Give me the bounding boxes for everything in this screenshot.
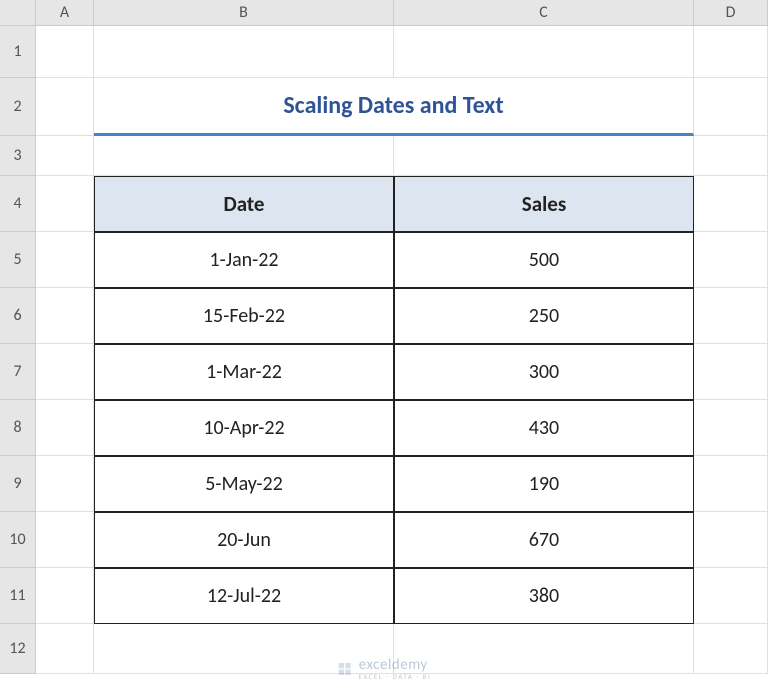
cell-A6[interactable] [36, 288, 94, 344]
cell-A7[interactable] [36, 344, 94, 400]
cell-D2[interactable] [694, 78, 768, 136]
table-cell-sales[interactable]: 430 [394, 400, 694, 456]
table-cell-date[interactable]: 1-Mar-22 [94, 344, 394, 400]
cell-A3[interactable] [36, 136, 94, 176]
cell-A8[interactable] [36, 400, 94, 456]
watermark-sub: EXCEL · DATA · BI [359, 673, 432, 680]
row-header-3[interactable]: 3 [0, 136, 35, 176]
cell-A2[interactable] [36, 78, 94, 136]
grid-row: 12-Jul-22380 [36, 568, 768, 624]
cell-C12[interactable] [394, 624, 694, 674]
spreadsheet: ABCD 123456789101112 Scaling Dates and T… [0, 0, 768, 698]
watermark-icon [337, 661, 353, 677]
table-cell-sales[interactable]: 250 [394, 288, 694, 344]
cell-A5[interactable] [36, 232, 94, 288]
row-header-7[interactable]: 7 [0, 344, 35, 400]
table-cell-date[interactable]: 10-Apr-22 [94, 400, 394, 456]
column-header-A[interactable]: A [36, 0, 94, 25]
row-header-11[interactable]: 11 [0, 568, 35, 624]
row-header-12[interactable]: 12 [0, 624, 35, 674]
row-header-2[interactable]: 2 [0, 78, 35, 136]
column-headers: ABCD [36, 0, 768, 26]
title-cell[interactable]: Scaling Dates and Text [94, 78, 694, 136]
cell-D8[interactable] [694, 400, 768, 456]
cell-D5[interactable] [694, 232, 768, 288]
row-header-10[interactable]: 10 [0, 512, 35, 568]
cell-A12[interactable] [36, 624, 94, 674]
cell-D12[interactable] [694, 624, 768, 674]
table-header-sales[interactable]: Sales [394, 176, 694, 232]
grid-row: 20-Jun670 [36, 512, 768, 568]
cell-D11[interactable] [694, 568, 768, 624]
table-cell-date[interactable]: 1-Jan-22 [94, 232, 394, 288]
grid-row: 1-Mar-22300 [36, 344, 768, 400]
table-cell-date[interactable]: 15-Feb-22 [94, 288, 394, 344]
cell-A9[interactable] [36, 456, 94, 512]
grid-row: 5-May-22190 [36, 456, 768, 512]
table-cell-sales[interactable]: 500 [394, 232, 694, 288]
column-header-B[interactable]: B [94, 0, 394, 25]
cell-B1[interactable] [94, 26, 394, 78]
cell-A10[interactable] [36, 512, 94, 568]
row-header-5[interactable]: 5 [0, 232, 35, 288]
row-headers: 123456789101112 [0, 26, 36, 674]
grid-row: DateSales [36, 176, 768, 232]
table-cell-sales[interactable]: 190 [394, 456, 694, 512]
grid-row [36, 136, 768, 176]
grid-row: Scaling Dates and Text [36, 78, 768, 136]
table-cell-date[interactable]: 12-Jul-22 [94, 568, 394, 624]
cell-A4[interactable] [36, 176, 94, 232]
row-header-4[interactable]: 4 [0, 176, 35, 232]
grid-row: 10-Apr-22430 [36, 400, 768, 456]
cell-D3[interactable] [694, 136, 768, 176]
cell-D1[interactable] [694, 26, 768, 78]
row-header-9[interactable]: 9 [0, 456, 35, 512]
table-cell-sales[interactable]: 670 [394, 512, 694, 568]
watermark: exceldemy EXCEL · DATA · BI [337, 658, 432, 680]
cell-D7[interactable] [694, 344, 768, 400]
cell-C1[interactable] [394, 26, 694, 78]
column-header-D[interactable]: D [694, 0, 768, 25]
table-cell-date[interactable]: 20-Jun [94, 512, 394, 568]
grid: Scaling Dates and TextDateSales1-Jan-225… [36, 26, 768, 698]
grid-row [36, 26, 768, 78]
cell-D6[interactable] [694, 288, 768, 344]
cell-B3[interactable] [94, 136, 394, 176]
row-header-8[interactable]: 8 [0, 400, 35, 456]
cell-D10[interactable] [694, 512, 768, 568]
row-header-1[interactable]: 1 [0, 26, 35, 78]
row-header-6[interactable]: 6 [0, 288, 35, 344]
table-cell-date[interactable]: 5-May-22 [94, 456, 394, 512]
cell-A1[interactable] [36, 26, 94, 78]
grid-row: 15-Feb-22250 [36, 288, 768, 344]
cell-D9[interactable] [694, 456, 768, 512]
table-cell-sales[interactable]: 300 [394, 344, 694, 400]
cell-D4[interactable] [694, 176, 768, 232]
select-all-corner[interactable] [0, 0, 36, 26]
column-header-C[interactable]: C [394, 0, 694, 25]
watermark-main: exceldemy [359, 658, 432, 673]
cell-C3[interactable] [394, 136, 694, 176]
grid-row: 1-Jan-22500 [36, 232, 768, 288]
cell-A11[interactable] [36, 568, 94, 624]
table-header-date[interactable]: Date [94, 176, 394, 232]
table-cell-sales[interactable]: 380 [394, 568, 694, 624]
